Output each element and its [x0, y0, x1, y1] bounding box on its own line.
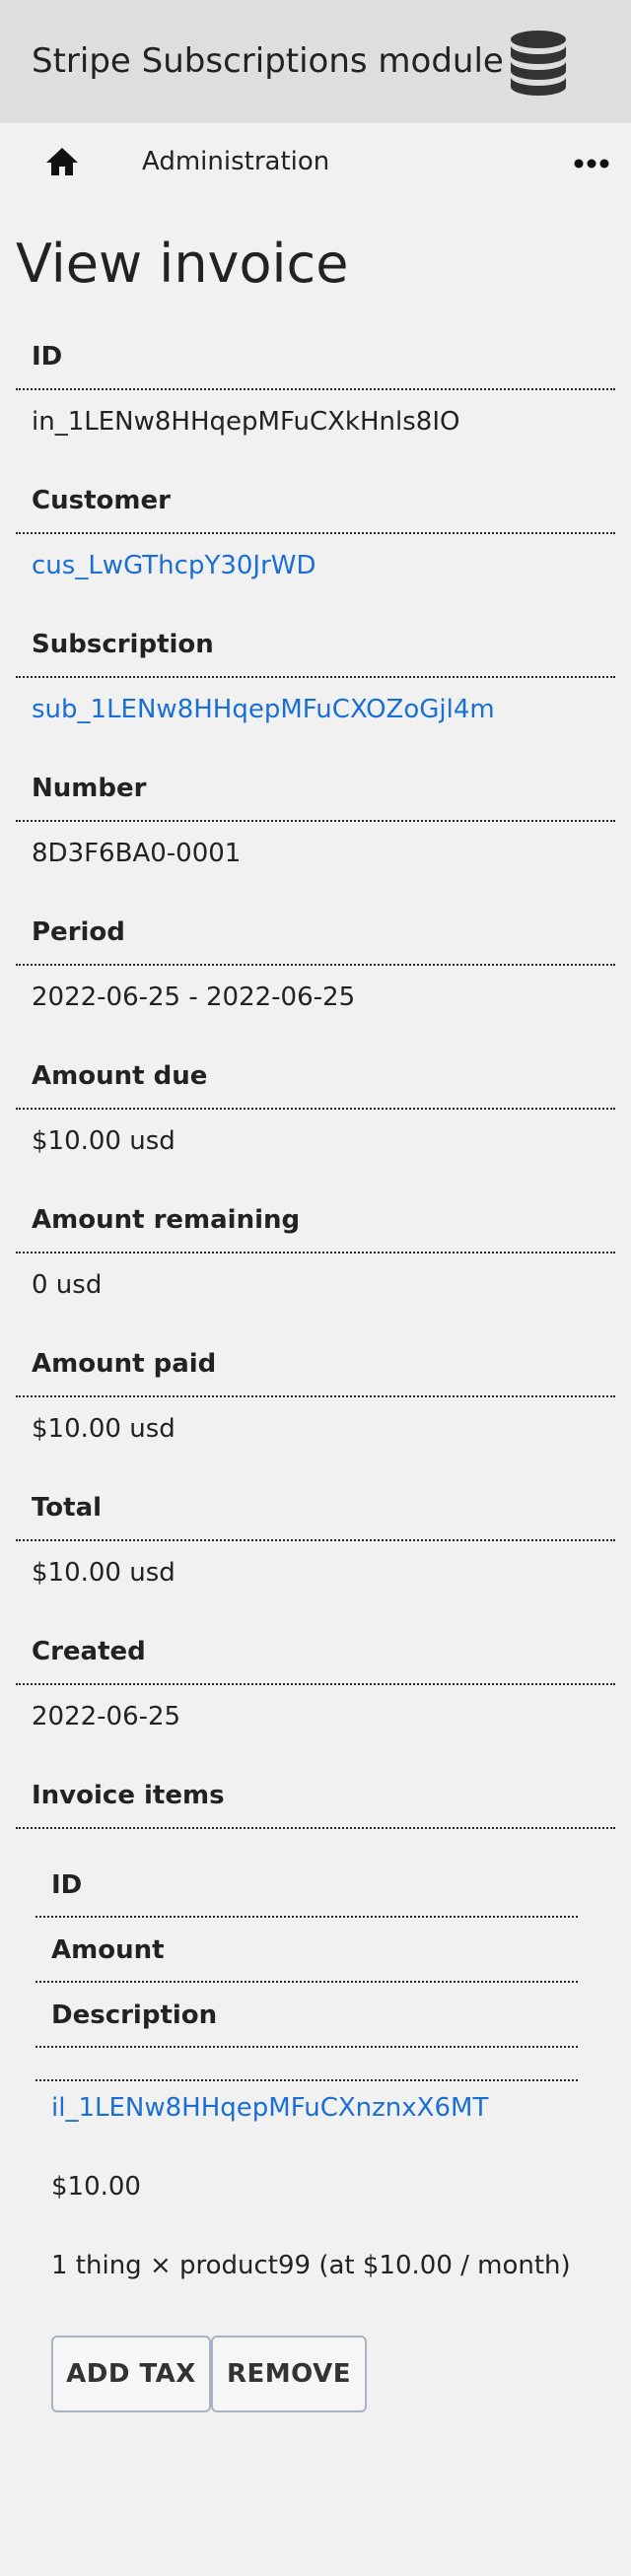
field-value: $10.00 usd — [32, 1414, 175, 1444]
field-period: Period 2022-06-25 - 2022-06-25 — [16, 913, 615, 1017]
field-label: Amount remaining — [16, 1200, 615, 1254]
field-amount-paid: Amount paid $10.00 usd — [16, 1344, 615, 1449]
app-title: Stripe Subscriptions module — [32, 41, 504, 81]
invoice-item-description: 1 thing × product99 (at $10.00 / month) — [51, 2251, 571, 2280]
invoice-items-table: ID Amount Description — [35, 1853, 578, 2081]
more-icon[interactable] — [574, 159, 609, 169]
field-value: $10.00 usd — [32, 1558, 175, 1588]
field-label: ID — [16, 337, 615, 390]
top-nav: Administration — [0, 133, 631, 192]
field-label: Amount due — [16, 1056, 615, 1110]
items-divider — [35, 2048, 578, 2081]
remove-button[interactable]: REMOVE — [211, 2336, 367, 2412]
field-label: Customer — [16, 481, 615, 534]
field-label: Created — [16, 1632, 615, 1685]
field-value: $10.00 usd — [32, 1126, 175, 1156]
field-total: Total $10.00 usd — [16, 1488, 615, 1593]
database-icon — [511, 31, 566, 96]
field-label: Period — [16, 913, 615, 966]
app-header: Stripe Subscriptions module — [0, 0, 631, 123]
field-label: Amount paid — [16, 1344, 615, 1397]
field-label: Number — [16, 769, 615, 822]
items-header-amount: Amount — [35, 1918, 578, 1983]
field-label: Subscription — [16, 625, 615, 678]
field-label: Total — [16, 1488, 615, 1541]
add-tax-button[interactable]: ADD TAX — [51, 2336, 211, 2412]
field-amount-remaining: Amount remaining 0 usd — [16, 1200, 615, 1305]
nav-administration-link[interactable]: Administration — [142, 147, 329, 176]
items-header-description: Description — [35, 1983, 578, 2048]
field-id: ID in_1LENw8HHqepMFuCXkHnls8IO — [16, 337, 615, 441]
field-amount-due: Amount due $10.00 usd — [16, 1056, 615, 1161]
field-customer: Customer cus_LwGThcpY30JrWD — [16, 481, 615, 585]
field-number: Number 8D3F6BA0-0001 — [16, 769, 615, 873]
items-header-id: ID — [35, 1853, 578, 1918]
field-value: 2022-06-25 - 2022-06-25 — [32, 983, 356, 1012]
field-value: 0 usd — [32, 1270, 103, 1300]
field-subscription: Subscription sub_1LENw8HHqepMFuCXOZoGjl4… — [16, 625, 615, 729]
field-value: 8D3F6BA0-0001 — [32, 839, 242, 868]
subscription-link[interactable]: sub_1LENw8HHqepMFuCXOZoGjl4m — [32, 695, 495, 724]
invoice-items-section: Invoice items — [16, 1776, 615, 1829]
field-value: in_1LENw8HHqepMFuCXkHnls8IO — [32, 407, 460, 437]
customer-link[interactable]: cus_LwGThcpY30JrWD — [32, 551, 316, 580]
invoice-item-amount: $10.00 — [51, 2172, 141, 2202]
field-value: 2022-06-25 — [32, 1702, 181, 1731]
home-icon[interactable] — [45, 146, 79, 177]
field-created: Created 2022-06-25 — [16, 1632, 615, 1736]
invoice-items-label: Invoice items — [16, 1776, 615, 1829]
invoice-item-id-link[interactable]: il_1LENw8HHqepMFuCXnznxX6MT — [51, 2093, 488, 2123]
page-title: View invoice — [16, 233, 349, 295]
